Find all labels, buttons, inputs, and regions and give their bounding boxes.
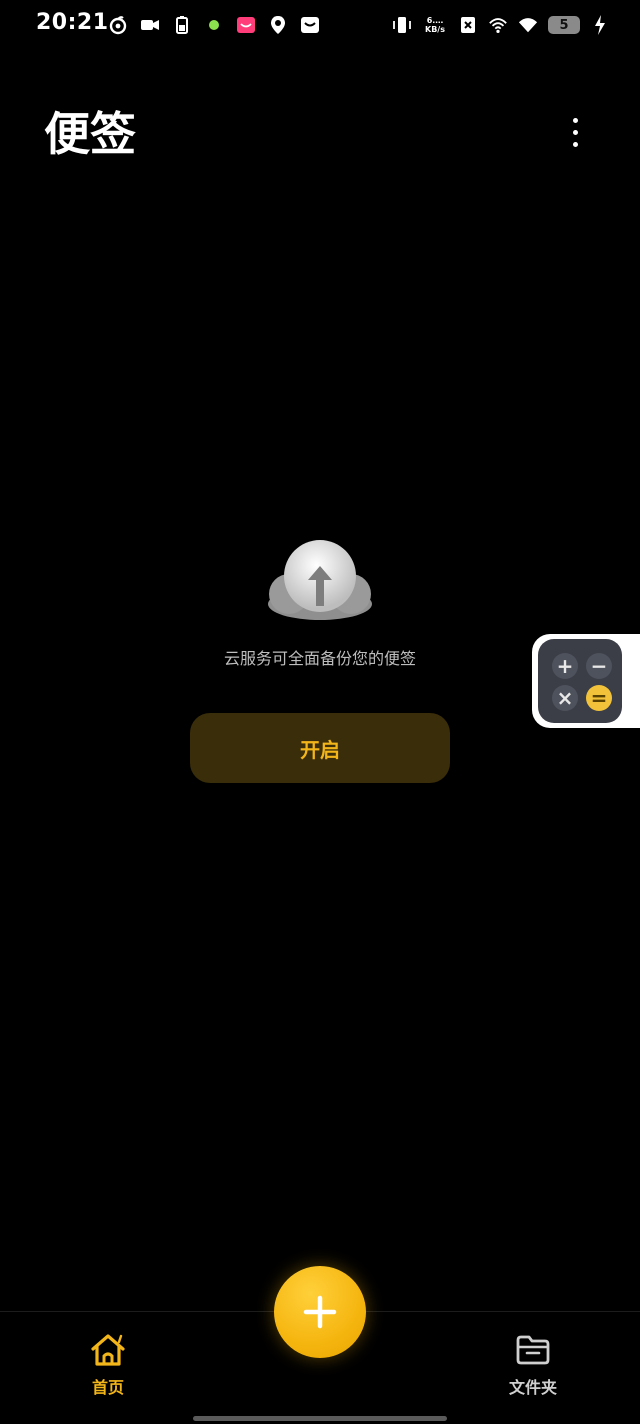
status-bar: 20:21 6.… KB/s 5: [0, 0, 640, 52]
enable-cloud-button[interactable]: 开启: [190, 713, 450, 783]
wifi-icon: [518, 18, 538, 33]
nav-folder-label: 文件夹: [508, 1378, 557, 1397]
folder-icon: [516, 1335, 550, 1365]
status-time: 20:21: [36, 10, 109, 35]
more-dot-icon: [572, 117, 578, 123]
status-left-icons: [108, 14, 320, 36]
mail-app-icon: [301, 17, 319, 33]
battery-indicator: 5: [548, 16, 580, 34]
green-dot-icon: [209, 20, 219, 30]
more-dot-icon: [572, 141, 578, 147]
plus-icon: [303, 1295, 337, 1329]
battery-saver-icon: [176, 16, 188, 34]
nav-home-tab[interactable]: 首页: [72, 1332, 144, 1404]
netease-music-icon: [109, 16, 127, 35]
more-dot-icon: [572, 129, 578, 135]
calc-multiply-key: ×: [552, 685, 578, 711]
calc-minus-key: −: [586, 653, 612, 679]
video-camera-icon: [141, 20, 159, 30]
shopping-app-icon: [237, 17, 255, 33]
status-right-icons: 6.… KB/s 5: [392, 14, 610, 36]
no-sim-icon: [461, 17, 475, 33]
page-title: 便签: [44, 107, 136, 161]
home-icon: [91, 1334, 125, 1366]
add-note-button[interactable]: [274, 1266, 366, 1358]
nav-folder-tab[interactable]: 文件夹: [497, 1332, 569, 1404]
wifi-hotspot-icon: [489, 18, 507, 33]
charging-icon: [595, 15, 605, 35]
network-speed: 6.… KB/s: [425, 16, 445, 34]
vibrate-icon: [393, 17, 411, 33]
floating-calculator-widget[interactable]: + − × =: [532, 634, 640, 728]
home-indicator-bar[interactable]: [193, 1416, 447, 1421]
calc-equals-key: =: [586, 685, 612, 711]
more-options-button[interactable]: [560, 112, 590, 152]
calc-plus-key: +: [552, 653, 578, 679]
location-pin-icon: [271, 16, 285, 34]
calculator-icon: + − × =: [538, 639, 622, 723]
nav-home-label: 首页: [91, 1378, 124, 1397]
cloud-upload-icon: [268, 540, 372, 620]
